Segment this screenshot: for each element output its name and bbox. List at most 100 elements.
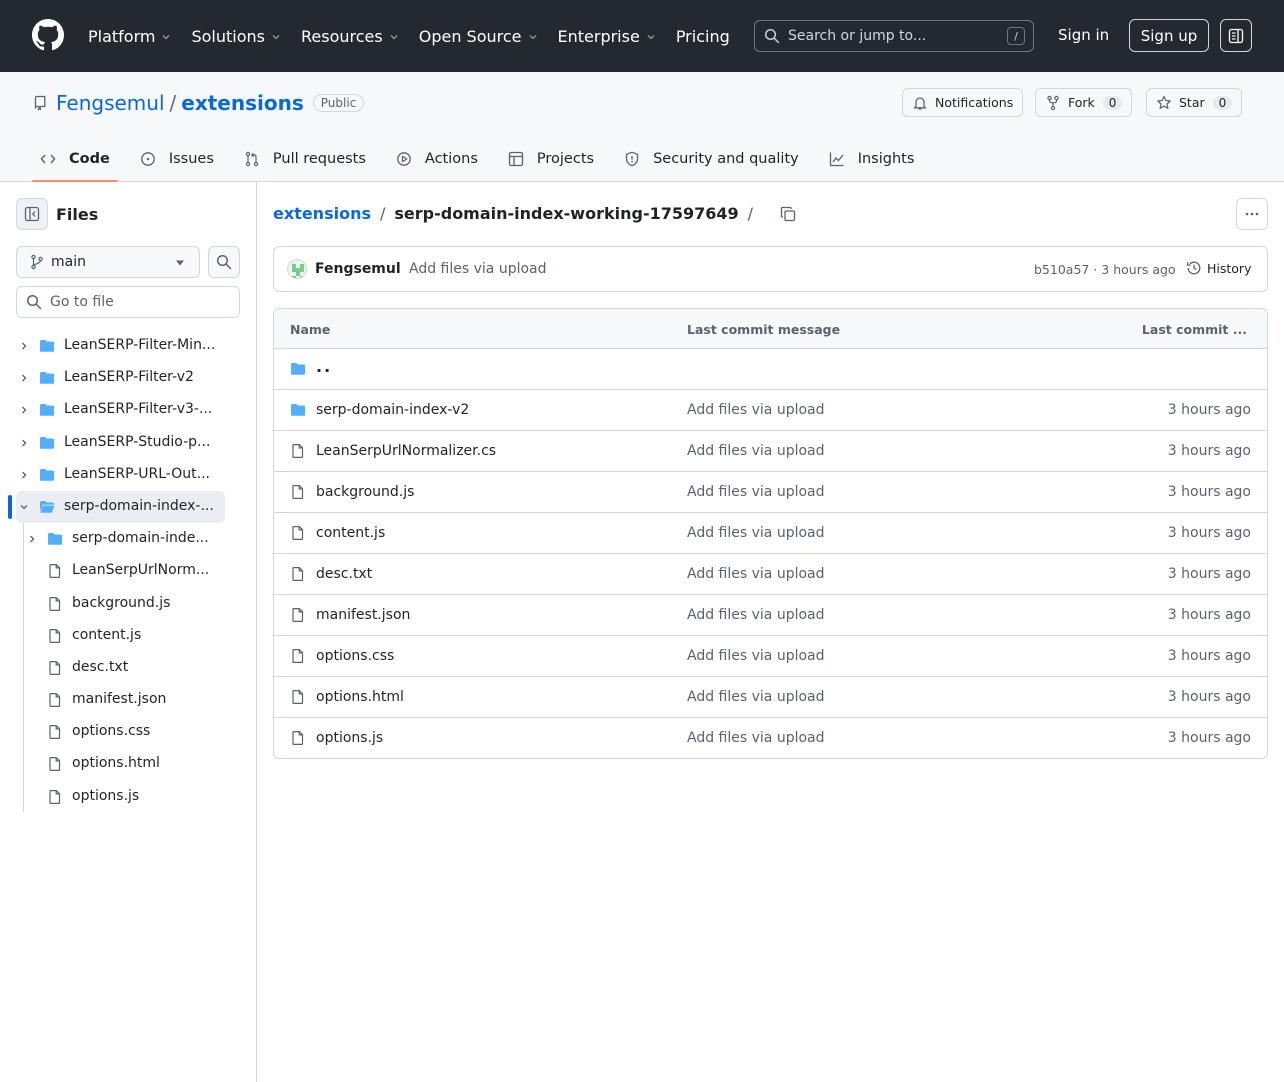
branch-selector[interactable]: main: [16, 246, 200, 278]
file-name-link[interactable]: serp-domain-index-v2: [316, 402, 469, 418]
commit-message-link[interactable]: Add files via upload: [687, 730, 825, 746]
file-icon: [49, 564, 61, 579]
nav-item-platform[interactable]: Platform: [88, 27, 172, 46]
tree-file-item[interactable]: content.js: [0, 620, 256, 652]
commit-message-link[interactable]: Add files via upload: [687, 689, 825, 705]
parent-directory-row[interactable]: ..: [274, 349, 1267, 390]
sign-up-button[interactable]: Sign up: [1129, 19, 1209, 52]
tab-issues[interactable]: Issues: [132, 138, 222, 180]
nav-item-pricing[interactable]: Pricing: [676, 27, 730, 46]
tab-pull-requests[interactable]: Pull requests: [236, 138, 374, 180]
tree-folder-item[interactable]: LeanSERP-URL-Out...: [0, 459, 256, 491]
tab-insights[interactable]: Insights: [821, 138, 923, 180]
notifications-button[interactable]: Notifications: [902, 88, 1024, 117]
table-icon: [508, 151, 524, 167]
chevron-right-icon[interactable]: [18, 372, 30, 384]
tree-folder-item[interactable]: serp-domain-inde...: [0, 523, 256, 555]
nav-item-label: Solutions: [191, 26, 265, 46]
tree-file-item[interactable]: background.js: [0, 588, 256, 620]
history-button[interactable]: History: [1186, 260, 1251, 276]
tree-folder-item[interactable]: LeanSERP-Filter-v3-...: [0, 394, 256, 426]
commit-message-link[interactable]: Add files via upload: [687, 607, 825, 623]
menu-button[interactable]: [1220, 19, 1252, 52]
search-icon: [764, 28, 780, 44]
search-files-button[interactable]: [208, 246, 240, 278]
tree-folder-item[interactable]: LeanSERP-Filter-v2: [0, 362, 256, 394]
repo-tabs: Code Issues Pull requests Actions Projects Se…: [32, 138, 936, 182]
nav-item-open-source[interactable]: Open Source: [419, 27, 539, 46]
nav-item-solutions[interactable]: Solutions: [191, 27, 282, 46]
tree-file-item[interactable]: manifest.json: [0, 684, 256, 716]
tree-file-item[interactable]: options.js: [0, 781, 256, 813]
commit-message-link[interactable]: Add files via upload: [409, 261, 547, 277]
tab-security-and-quality[interactable]: Security and quality: [616, 138, 807, 180]
commit-message-link[interactable]: Add files via upload: [687, 402, 825, 418]
tree-item-label: LeanSERP-Studio-p...: [64, 433, 211, 450]
breadcrumb-separator: /: [379, 204, 386, 223]
file-name-link[interactable]: options.css: [316, 648, 394, 664]
tree-item-label: LeanSERP-Filter-Min...: [64, 337, 216, 353]
tree-folder-item[interactable]: LeanSERP-Studio-p...: [0, 427, 256, 459]
tree-file-item[interactable]: desc.txt: [0, 652, 256, 684]
tree-file-item[interactable]: options.html: [0, 748, 256, 780]
table-row: desc.txt Add files via upload 3 hours ago: [274, 554, 1267, 595]
commit-date: 3 hours ago: [1167, 484, 1251, 500]
tab-label: Projects: [536, 151, 595, 167]
avatar[interactable]: [287, 259, 307, 279]
commit-sha-time[interactable]: b510a57 · 3 hours ago: [1034, 262, 1176, 277]
parent-directory-link[interactable]: ..: [316, 357, 332, 376]
commit-message-link[interactable]: Add files via upload: [687, 566, 825, 582]
nav-item-enterprise[interactable]: Enterprise: [558, 27, 657, 46]
sign-in-link[interactable]: Sign in: [1058, 26, 1109, 44]
tree-file-item[interactable]: LeanSerpUrlNorm...: [0, 555, 256, 587]
file-name-link[interactable]: options.js: [316, 730, 383, 746]
github-logo-icon[interactable]: [32, 19, 64, 51]
issue-icon: [140, 152, 155, 166]
go-to-file-input[interactable]: Go to file: [16, 286, 240, 318]
chevron-right-icon[interactable]: [18, 404, 30, 416]
tab-code[interactable]: Code: [32, 138, 118, 182]
tree-item-label: options.js: [72, 787, 140, 804]
tab-projects[interactable]: Projects: [500, 138, 602, 180]
copy-path-icon[interactable]: [780, 206, 796, 222]
file-name-link[interactable]: options.html: [316, 689, 404, 705]
column-header-name: Name: [290, 322, 331, 337]
chevron-right-icon[interactable]: [18, 437, 30, 449]
chevron-right-icon[interactable]: [18, 469, 30, 481]
repo-owner-link[interactable]: Fengsemul: [56, 91, 165, 115]
more-options-button[interactable]: [1236, 198, 1268, 230]
breadcrumb-root-link[interactable]: extensions: [273, 204, 371, 223]
tree-item-label: serp-domain-index-...: [64, 497, 214, 514]
sidebar-collapse-icon: [24, 206, 40, 222]
star-button[interactable]: Star 0: [1146, 88, 1243, 117]
table-row: options.js Add files via upload 3 hours ag…: [274, 718, 1267, 758]
fork-button[interactable]: Fork 0: [1035, 88, 1133, 117]
commit-message-link[interactable]: Add files via upload: [687, 443, 825, 459]
tree-folder-item[interactable]: LeanSERP-Filter-Min...: [0, 330, 256, 362]
commit-author-link[interactable]: Fengsemul: [315, 261, 401, 277]
tree-item-label: LeanSERP-Filter-v2: [64, 369, 194, 386]
file-name-link[interactable]: background.js: [316, 484, 414, 500]
file-name-link[interactable]: manifest.json: [316, 607, 410, 623]
commit-message-link[interactable]: Add files via upload: [687, 484, 825, 500]
file-icon: [292, 690, 304, 704]
chevron-right-icon[interactable]: [18, 340, 30, 352]
file-name-link[interactable]: content.js: [316, 525, 385, 541]
star-icon: [1157, 95, 1171, 109]
folder-icon: [291, 363, 305, 375]
tree-folder-item[interactable]: serp-domain-index-...: [0, 490, 256, 523]
search-input[interactable]: Search or jump to... /: [754, 20, 1034, 52]
file-name-link[interactable]: LeanSerpUrlNormalizer.cs: [316, 443, 496, 459]
collapse-sidebar-button[interactable]: [16, 198, 48, 230]
tree-file-item[interactable]: options.css: [0, 716, 256, 748]
nav-item-resources[interactable]: Resources: [301, 27, 400, 46]
chevron-down-icon[interactable]: [18, 501, 30, 513]
file-name-link[interactable]: desc.txt: [316, 566, 372, 582]
tab-actions[interactable]: Actions: [388, 138, 486, 180]
tab-label: Insights: [857, 151, 915, 167]
commit-message-link[interactable]: Add files via upload: [687, 525, 825, 541]
file-icon: [292, 485, 304, 499]
commit-message-link[interactable]: Add files via upload: [687, 648, 825, 664]
chevron-right-icon[interactable]: [26, 533, 38, 545]
repo-name-link[interactable]: extensions: [181, 91, 303, 115]
